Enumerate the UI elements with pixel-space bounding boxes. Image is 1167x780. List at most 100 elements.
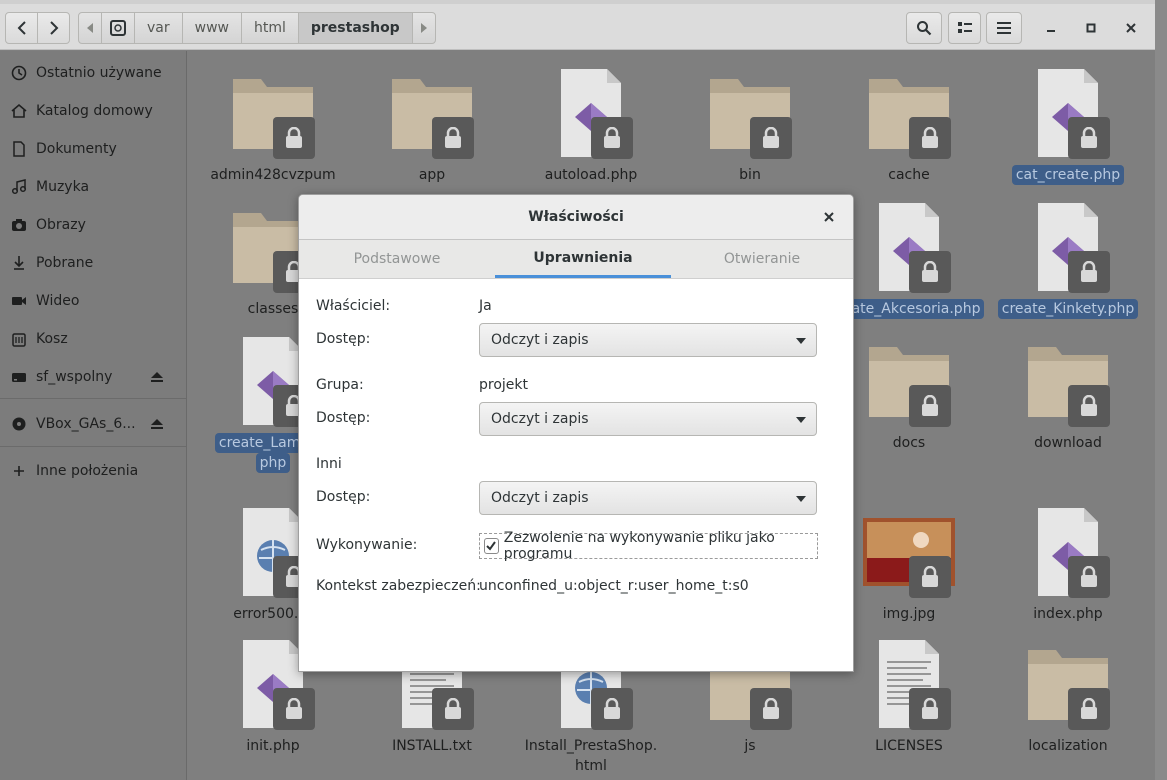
file-name: index.php bbox=[1033, 606, 1103, 622]
file-item[interactable]: autoload.php bbox=[511, 65, 671, 185]
folder-icon bbox=[1020, 333, 1116, 429]
triangle-right-icon bbox=[420, 23, 427, 33]
path-crumb-www[interactable]: www bbox=[183, 13, 242, 43]
lock-icon bbox=[273, 688, 315, 730]
file-item[interactable]: cat_create.php bbox=[988, 65, 1148, 185]
sidebar-separator bbox=[0, 446, 186, 447]
header-bar: var www html prestashop bbox=[0, 4, 1155, 50]
minimize-button[interactable] bbox=[1039, 16, 1063, 40]
path-crumb-var[interactable]: var bbox=[135, 13, 183, 43]
others-access-value: Odczyt i zapis bbox=[491, 490, 589, 506]
tab-permissions[interactable]: Uprawnienia bbox=[495, 240, 671, 278]
triangle-left-icon bbox=[87, 23, 93, 33]
file-icon bbox=[543, 65, 639, 161]
path-scroll-right-button[interactable] bbox=[413, 13, 435, 43]
exec-checkbox[interactable]: Zezwolenie na wykonywanie pliku jako pro… bbox=[479, 530, 818, 562]
sidebar-item-label: Inne położenia bbox=[36, 463, 139, 479]
forward-button[interactable] bbox=[37, 12, 70, 44]
eject-icon[interactable] bbox=[150, 417, 164, 431]
others-access-label: Dostęp: bbox=[316, 489, 371, 505]
file-item[interactable]: cache bbox=[829, 65, 989, 185]
properties-dialog: Właściwości Podstawowe Uprawnienia Otwie… bbox=[298, 194, 854, 672]
file-item[interactable]: bin bbox=[670, 65, 830, 185]
sidebar-item-label: Ostatnio używane bbox=[36, 65, 162, 81]
close-window-button[interactable] bbox=[1119, 16, 1143, 40]
sidebar-item-label: Pobrane bbox=[36, 255, 94, 271]
folder-icon bbox=[225, 65, 321, 161]
chevron-right-icon bbox=[49, 21, 58, 35]
sidebar-item-label: Dokumenty bbox=[36, 141, 117, 157]
trash-icon bbox=[11, 331, 27, 347]
maximize-button[interactable] bbox=[1079, 16, 1103, 40]
sidebar-item-other-locations[interactable]: Inne położenia bbox=[0, 452, 186, 490]
lock-icon bbox=[1068, 385, 1110, 427]
path-crumb-prestashop[interactable]: prestashop bbox=[298, 13, 413, 43]
path-crumb-html[interactable]: html bbox=[242, 13, 299, 43]
search-button[interactable] bbox=[906, 12, 942, 44]
group-label: Grupa: bbox=[316, 377, 364, 393]
sidebar-item-sf-wspolny[interactable]: sf_wspolny bbox=[0, 358, 186, 396]
sidebar-item-downloads[interactable]: Pobrane bbox=[0, 244, 186, 282]
sidebar-item-pictures[interactable]: Obrazy bbox=[0, 206, 186, 244]
file-item[interactable]: download bbox=[988, 333, 1148, 453]
image-file-icon bbox=[861, 504, 957, 600]
path-root-button[interactable] bbox=[102, 13, 135, 43]
sidebar-item-music[interactable]: Muzyka bbox=[0, 168, 186, 206]
file-icon bbox=[1020, 65, 1116, 161]
owner-value: Ja bbox=[479, 298, 492, 314]
security-context-label: Kontekst zabezpieczeń: bbox=[316, 578, 481, 594]
close-icon bbox=[824, 212, 834, 222]
view-mode-button[interactable] bbox=[948, 12, 981, 44]
menu-button[interactable] bbox=[986, 12, 1022, 44]
checkmark-icon bbox=[486, 541, 497, 551]
owner-access-select[interactable]: Odczyt i zapis bbox=[479, 323, 817, 357]
file-item[interactable]: localization bbox=[988, 636, 1148, 756]
maximize-icon bbox=[1086, 23, 1096, 33]
close-icon bbox=[1126, 23, 1136, 33]
file-item[interactable]: create_Kinkety.php bbox=[988, 199, 1148, 319]
file-name: create_Kinkety.php bbox=[988, 299, 1148, 319]
dialog-titlebar: Właściwości bbox=[299, 195, 853, 240]
sidebar-item-videos[interactable]: Wideo bbox=[0, 282, 186, 320]
tab-open-with[interactable]: Otwieranie bbox=[671, 240, 853, 278]
chevron-down-icon bbox=[796, 496, 806, 502]
sidebar-item-home[interactable]: Katalog domowy bbox=[0, 92, 186, 130]
sidebar-item-recent[interactable]: Ostatnio używane bbox=[0, 54, 186, 92]
sidebar-item-vbox[interactable]: VBox_GAs_6... bbox=[0, 405, 186, 443]
group-access-select[interactable]: Odczyt i zapis bbox=[479, 402, 817, 436]
file-name: app bbox=[418, 167, 446, 183]
lock-icon bbox=[750, 688, 792, 730]
path-scroll-left-button[interactable] bbox=[79, 13, 102, 43]
file-name: download bbox=[1034, 435, 1102, 451]
others-access-select[interactable]: Odczyt i zapis bbox=[479, 481, 817, 515]
file-name: cat_create.php bbox=[988, 165, 1148, 185]
group-access-value: Odczyt i zapis bbox=[491, 411, 589, 427]
security-context-value: unconfined_u:object_r:user_home_t:s0 bbox=[479, 578, 749, 594]
video-icon bbox=[11, 293, 27, 309]
lock-icon bbox=[1068, 556, 1110, 598]
checkbox[interactable] bbox=[484, 538, 499, 554]
file-icon bbox=[861, 199, 957, 295]
back-button[interactable] bbox=[5, 12, 38, 44]
dialog-close-button[interactable] bbox=[819, 207, 839, 227]
lock-icon bbox=[909, 385, 951, 427]
sidebar-item-label: Kosz bbox=[36, 331, 68, 347]
file-item[interactable]: admin428cvzpum bbox=[193, 65, 353, 185]
lock-icon bbox=[432, 688, 474, 730]
disc-icon bbox=[11, 416, 27, 432]
sidebar-item-label: Wideo bbox=[36, 293, 80, 309]
lock-icon bbox=[909, 556, 951, 598]
download-icon bbox=[11, 255, 27, 271]
file-item[interactable]: index.php bbox=[988, 504, 1148, 624]
tab-basic[interactable]: Podstawowe bbox=[299, 240, 495, 278]
dialog-tabs: Podstawowe Uprawnienia Otwieranie bbox=[299, 240, 853, 279]
sidebar-item-trash[interactable]: Kosz bbox=[0, 320, 186, 358]
others-label: Inni bbox=[316, 456, 342, 472]
file-icon bbox=[1020, 504, 1116, 600]
lock-icon bbox=[909, 251, 951, 293]
eject-icon[interactable] bbox=[150, 370, 164, 384]
file-item[interactable]: app bbox=[352, 65, 512, 185]
exec-checkbox-label: Zezwolenie na wykonywanie pliku jako pro… bbox=[503, 530, 775, 562]
lock-icon bbox=[909, 688, 951, 730]
sidebar-item-documents[interactable]: Dokumenty bbox=[0, 130, 186, 168]
